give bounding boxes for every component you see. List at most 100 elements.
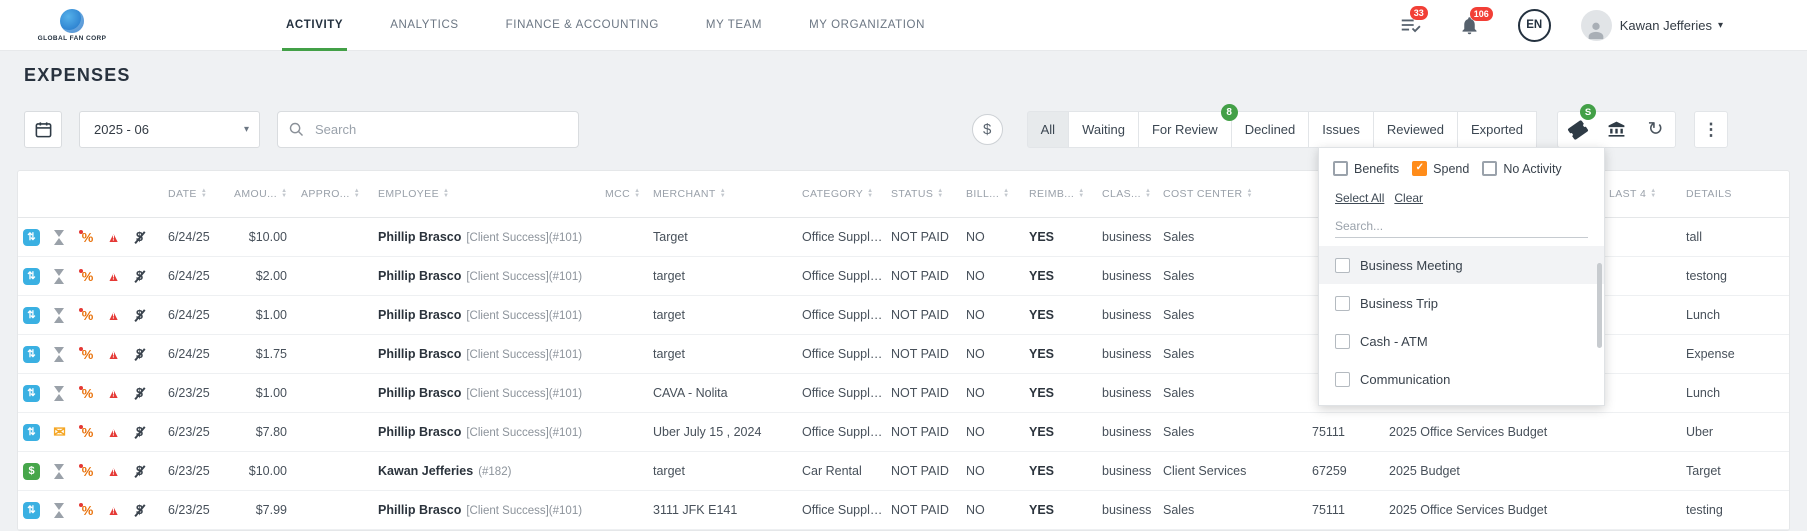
language-button[interactable]: EN: [1517, 8, 1551, 42]
column-header[interactable]: LAST 4 ▲ ▼: [1609, 188, 1686, 200]
scrollbar-thumb[interactable]: [1597, 263, 1602, 348]
filter-option[interactable]: Cash - ATM: [1319, 322, 1604, 360]
warning-icon[interactable]: [105, 307, 122, 324]
non-reimbursable-icon[interactable]: [131, 268, 148, 285]
receipt-status-icon[interactable]: [53, 229, 66, 246]
bank-accounts-button[interactable]: [1597, 112, 1636, 147]
transaction-type-icon[interactable]: [23, 345, 40, 363]
transaction-type-icon[interactable]: [23, 423, 40, 441]
non-reimbursable-icon[interactable]: [131, 463, 148, 480]
warning-icon[interactable]: [105, 385, 122, 402]
filter-option[interactable]: Business Meeting: [1319, 246, 1604, 284]
nav-item[interactable]: FINANCE & ACCOUNTING: [506, 0, 659, 51]
non-reimbursable-icon[interactable]: [131, 346, 148, 363]
currency-button[interactable]: $: [971, 114, 1003, 145]
filter-tab[interactable]: Declined: [1231, 111, 1310, 148]
non-reimbursable-icon[interactable]: [131, 229, 148, 246]
non-reimbursable-icon[interactable]: [131, 424, 148, 441]
warning-icon[interactable]: [105, 502, 122, 519]
warning-icon[interactable]: [105, 229, 122, 246]
split-percent-icon[interactable]: [79, 307, 96, 324]
nav-item[interactable]: ANALYTICS: [390, 0, 458, 51]
receipt-status-icon[interactable]: [53, 385, 66, 402]
split-percent-icon[interactable]: [79, 229, 96, 246]
column-header[interactable]: DATE ▲ ▼: [168, 188, 234, 200]
search-input[interactable]: [313, 121, 568, 138]
receipt-status-icon[interactable]: [53, 307, 66, 324]
filter-option[interactable]: Communication: [1319, 360, 1604, 398]
spend-filter-button[interactable]: S: [1558, 104, 1597, 147]
filter-tab[interactable]: Issues: [1309, 111, 1374, 148]
checkbox[interactable]: [1333, 161, 1348, 176]
warning-icon[interactable]: [105, 424, 122, 441]
non-reimbursable-icon[interactable]: [131, 502, 148, 519]
refresh-button[interactable]: ↻: [1636, 112, 1675, 147]
checkbox[interactable]: [1335, 295, 1350, 311]
user-menu[interactable]: Kawan Jefferies ▾: [1580, 9, 1723, 41]
split-percent-icon[interactable]: [79, 502, 96, 519]
filter-type-checkbox[interactable]: Spend: [1412, 161, 1469, 176]
company-logo[interactable]: GLOBAL FAN CORP: [36, 8, 108, 42]
transaction-type-icon[interactable]: [23, 306, 40, 324]
split-percent-icon[interactable]: [79, 346, 96, 363]
column-header[interactable]: CLAS... ▲ ▼: [1102, 188, 1163, 200]
transaction-type-icon[interactable]: [23, 462, 40, 480]
task-queue-button[interactable]: 33: [1399, 6, 1428, 36]
filter-tab[interactable]: All: [1026, 111, 1070, 148]
checkbox[interactable]: [1335, 257, 1350, 273]
transaction-type-icon[interactable]: [23, 384, 40, 402]
filter-option[interactable]: Business Trip: [1319, 284, 1604, 322]
warning-icon[interactable]: [105, 268, 122, 285]
checkbox[interactable]: [1482, 161, 1498, 176]
receipt-status-icon[interactable]: [53, 346, 66, 363]
column-header[interactable]: APPRO... ▲ ▼: [301, 188, 378, 200]
filter-type-checkbox[interactable]: Benefits: [1333, 161, 1399, 176]
receipt-status-icon[interactable]: [53, 424, 66, 441]
calendar-button[interactable]: [24, 111, 62, 148]
checkbox[interactable]: [1335, 333, 1350, 349]
nav-item[interactable]: ACTIVITY: [281, 0, 348, 51]
split-percent-icon[interactable]: [79, 268, 96, 285]
receipt-status-icon[interactable]: [53, 502, 66, 519]
column-header[interactable]: BILL... ▲ ▼: [966, 188, 1029, 200]
column-header[interactable]: EMPLOYEE ▲ ▼: [378, 188, 605, 200]
table-row[interactable]: 6/23/25 $7.80 Phillip Brasco [Client Suc…: [18, 413, 1789, 452]
checkbox[interactable]: [1335, 371, 1350, 387]
transaction-type-icon[interactable]: [23, 228, 40, 246]
warning-icon[interactable]: [105, 346, 122, 363]
filter-tab[interactable]: Reviewed: [1373, 111, 1458, 148]
notifications-button[interactable]: 106: [1459, 6, 1493, 36]
transaction-type-icon[interactable]: [23, 501, 40, 519]
table-row[interactable]: 6/23/25 $7.99 Phillip Brasco [Client Suc…: [18, 491, 1789, 530]
column-header[interactable]: REIMB... ▲ ▼: [1029, 188, 1102, 200]
select-all-link[interactable]: Select All: [1335, 191, 1384, 205]
period-select[interactable]: 2025 - 06 ▾: [79, 111, 260, 148]
non-reimbursable-icon[interactable]: [131, 307, 148, 324]
split-percent-icon[interactable]: [79, 424, 96, 441]
transaction-type-icon[interactable]: [23, 267, 40, 285]
non-reimbursable-icon[interactable]: [131, 385, 148, 402]
filter-tab[interactable]: For Review 8: [1138, 104, 1238, 148]
column-header[interactable]: STATUS ▲ ▼: [891, 188, 966, 200]
filter-type-checkbox[interactable]: No Activity: [1482, 161, 1562, 176]
filter-tab[interactable]: Exported: [1457, 111, 1537, 148]
column-header[interactable]: COST CENTER ▲ ▼: [1163, 188, 1312, 200]
nav-item[interactable]: MY TEAM: [706, 0, 762, 51]
column-header[interactable]: MERCHANT ▲ ▼: [653, 188, 802, 200]
column-header[interactable]: MCC ▲ ▼: [605, 188, 653, 200]
receipt-status-icon[interactable]: [53, 463, 66, 480]
column-header[interactable]: CATEGORY ▲ ▼: [802, 188, 891, 200]
checkbox[interactable]: [1412, 161, 1428, 176]
warning-icon[interactable]: [105, 463, 122, 480]
filter-search-input[interactable]: [1335, 215, 1588, 238]
filter-tab[interactable]: Waiting: [1069, 111, 1139, 148]
more-options-button[interactable]: ⋮: [1694, 111, 1728, 148]
split-percent-icon[interactable]: [79, 463, 96, 480]
clear-link[interactable]: Clear: [1394, 191, 1423, 205]
nav-item[interactable]: MY ORGANIZATION: [809, 0, 925, 51]
receipt-status-icon[interactable]: [53, 268, 66, 285]
column-header[interactable]: AMOU... ▲ ▼: [234, 188, 301, 200]
column-header[interactable]: DETAILS ▲▼: [1686, 188, 1789, 200]
split-percent-icon[interactable]: [79, 385, 96, 402]
table-row[interactable]: 6/23/25 $10.00 Kawan Jefferies (#182) ta…: [18, 452, 1789, 491]
